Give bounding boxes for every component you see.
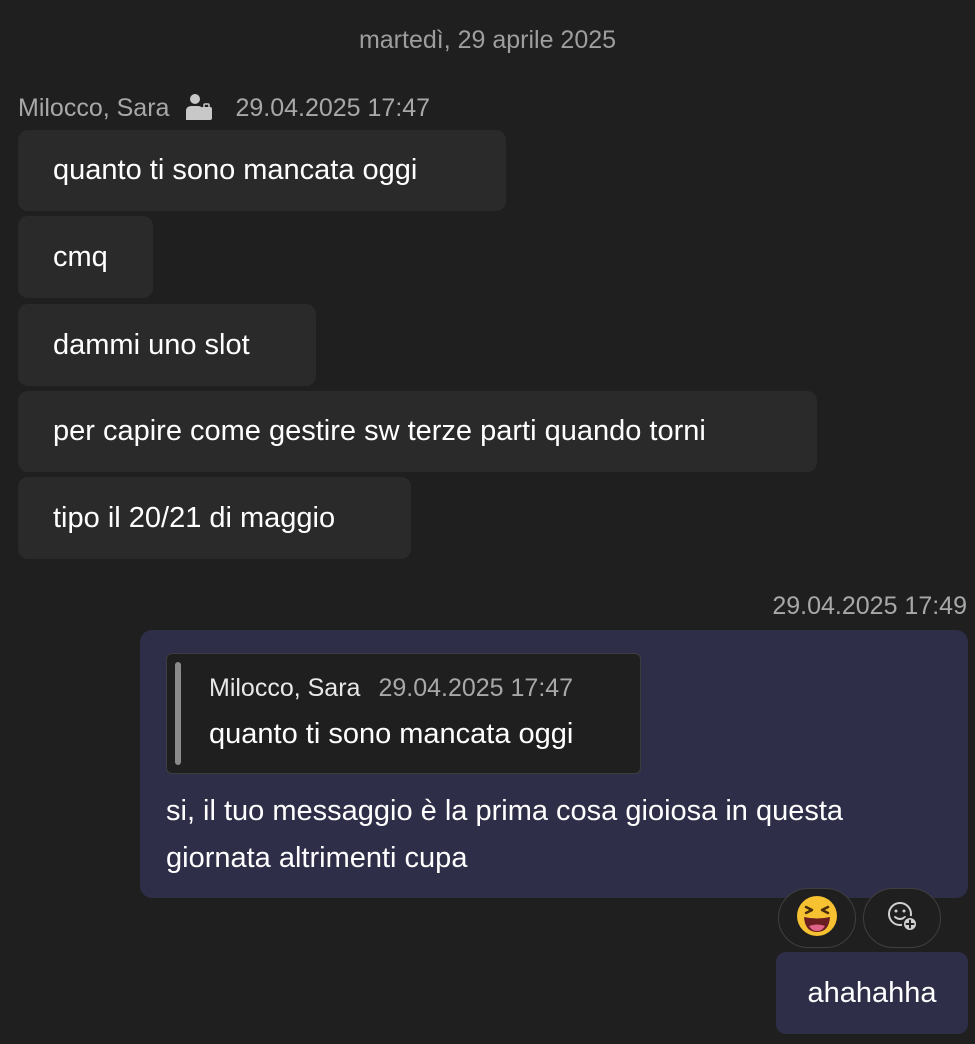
incoming-message[interactable]: per capire come gestire sw terze parti q… <box>18 391 817 472</box>
add-reaction-icon <box>885 899 919 938</box>
message-text: dammi uno slot <box>53 328 250 361</box>
laughing-reaction-button[interactable] <box>778 888 856 948</box>
message-text: si, il tuo messaggio è la prima cosa gio… <box>166 795 844 874</box>
quoted-sender: Milocco, Sara <box>209 674 361 702</box>
incoming-message[interactable]: quanto ti sono mancata oggi <box>18 130 506 211</box>
incoming-message[interactable]: dammi uno slot <box>18 304 316 386</box>
outgoing-message[interactable]: ahahahha <box>776 952 968 1034</box>
message-text: tipo il 20/21 di maggio <box>53 501 336 534</box>
outgoing-message-timestamp: 29.04.2025 17:49 <box>772 592 967 620</box>
message-text: cmq <box>53 240 108 273</box>
quoted-message[interactable]: Milocco, Sara 29.04.2025 17:47 quanto ti… <box>166 653 641 774</box>
incoming-message-header: Milocco, Sara 29.04.2025 17:47 <box>18 90 430 126</box>
date-separator: martedì, 29 aprile 2025 <box>358 26 617 54</box>
quoted-text: quanto ti sono mancata oggi <box>209 718 574 750</box>
busy-status-icon <box>183 92 215 124</box>
quote-bar <box>175 662 181 765</box>
incoming-message[interactable]: tipo il 20/21 di maggio <box>18 477 411 559</box>
chat-thread: martedì, 29 aprile 2025 Milocco, Sara 29… <box>0 0 975 1044</box>
add-reaction-button[interactable] <box>863 888 941 948</box>
quoted-timestamp: 29.04.2025 17:47 <box>378 674 574 702</box>
outgoing-reply-message[interactable]: Milocco, Sara 29.04.2025 17:47 quanto ti… <box>140 630 968 898</box>
message-text: ahahahha <box>807 976 937 1009</box>
message-text: per capire come gestire sw terze parti q… <box>53 415 706 447</box>
sender-name[interactable]: Milocco, Sara <box>18 94 169 123</box>
quoted-message-header: Milocco, Sara 29.04.2025 17:47 <box>209 674 573 703</box>
incoming-message[interactable]: cmq <box>18 216 153 298</box>
message-text: quanto ti sono mancata oggi <box>53 154 418 186</box>
message-timestamp: 29.04.2025 17:47 <box>235 93 431 122</box>
laughing-emoji-icon <box>795 894 839 943</box>
